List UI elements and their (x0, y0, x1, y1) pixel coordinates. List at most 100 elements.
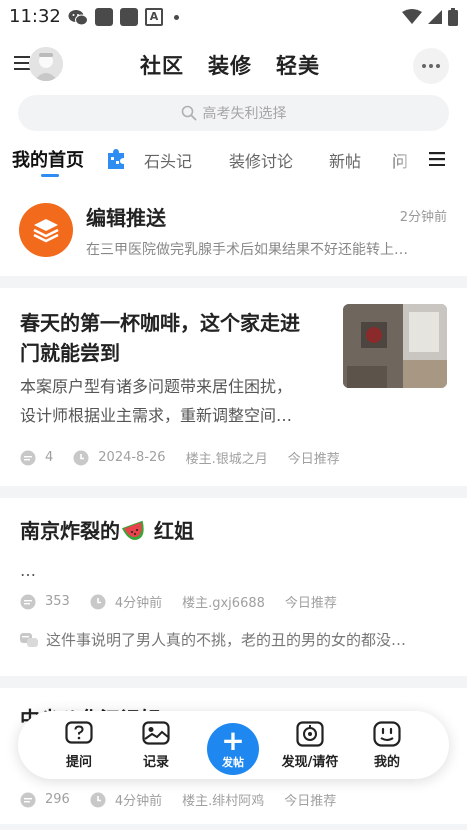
post-time: 4分钟前 (114, 596, 163, 611)
post-thumbnail-image (343, 304, 447, 388)
post-excerpt-line: 本案原户型有诸多问题带来居住困扰， (20, 377, 293, 396)
system-icons (402, 8, 458, 26)
clock-icon (90, 594, 106, 609)
post-title: 南京炸裂的 红姐 (20, 516, 194, 546)
hot-comment[interactable]: 这件事说明了男人真的不挑，老的丑的男的女的都没… (20, 629, 406, 650)
nav-record-button[interactable]: 记录 (116, 721, 196, 770)
photo-icon (142, 721, 170, 745)
tab-beauty[interactable]: 轻美 (276, 50, 320, 80)
more-dot-icon (436, 64, 440, 68)
post-author: 楼主.绯村阿鸡 (182, 794, 265, 809)
divider (0, 824, 467, 830)
post-title-text: 红姐 (154, 519, 194, 543)
comment-count: 296 (45, 792, 70, 807)
more-options-button[interactable] (413, 48, 449, 84)
comment-count: 4 (45, 450, 54, 465)
nav-profile-button[interactable]: 我的 (347, 721, 427, 770)
discover-icon (296, 721, 324, 747)
post-time: 2024-8-26 (98, 450, 166, 465)
post-tag: 今日推荐 (284, 596, 337, 611)
divider (0, 676, 467, 688)
post-tag: 今日推荐 (284, 794, 337, 809)
post-meta: 353 4分钟前 楼主.gxj6688 今日推荐 (20, 592, 337, 611)
editor-push-subtitle: 在三甲医院做完乳腺手术后如果结果不好还能转上… (86, 242, 408, 258)
editor-push-icon (19, 203, 73, 257)
post-meta: 4 2024-8-26 楼主.银城之月 今日推荐 (20, 448, 340, 467)
new-post-button[interactable]: + 发帖 (207, 723, 259, 775)
question-icon (65, 721, 93, 744)
plus-icon: + (221, 723, 245, 757)
post-meta: 296 4分钟前 楼主.绯村阿鸡 今日推荐 (20, 790, 336, 809)
tab-stone[interactable]: 石头记 (144, 148, 192, 172)
post-title-line: 门就能尝到 (20, 341, 120, 365)
tab-new-posts[interactable]: 新帖 (329, 148, 361, 172)
comment-icon (20, 792, 36, 807)
search-icon (181, 105, 196, 121)
post-time: 4分钟前 (114, 794, 163, 809)
search-bar[interactable]: 高考失利选择 (18, 95, 449, 131)
divider (0, 486, 467, 498)
editor-push-time: 2分钟前 (399, 210, 447, 225)
status-time: 11:32 (9, 6, 61, 27)
post-title: 春天的第一杯咖啡，这个家走进 门就能尝到 (20, 308, 338, 368)
more-notifications-dot (174, 14, 179, 20)
channel-menu-icon[interactable] (429, 152, 445, 166)
editor-push-title: 编辑推送 (86, 206, 166, 230)
post-title-text: 南京炸裂的 (20, 519, 120, 543)
post-excerpt: 本案原户型有诸多问题带来居住困扰， 设计师根据业主需求，重新调整空间… (20, 372, 338, 430)
post-excerpt: … (20, 561, 36, 580)
search-placeholder: 高考失利选择 (202, 106, 287, 122)
app-notification-icon (95, 8, 113, 26)
bottom-nav: 提问 记录 + 发帖 发现/请符 我的 (18, 711, 449, 779)
signal-icon (428, 10, 442, 24)
post-card[interactable]: 南京炸裂的 红姐 … 353 4分钟前 楼主.gxj6688 今日推荐 这件事说… (0, 498, 467, 676)
watermelon-icon (122, 520, 144, 541)
more-dot-icon (429, 64, 433, 68)
clock-icon (90, 792, 106, 807)
post-thumbnail[interactable] (343, 304, 447, 388)
wechat-icon (68, 9, 88, 25)
hot-comment-icon (20, 632, 38, 647)
comment-icon (20, 594, 36, 609)
nav-ask-label: 提问 (65, 755, 92, 770)
keyboard-a-icon: A (145, 8, 163, 26)
post-tag: 今日推荐 (287, 452, 340, 467)
tab-fade (392, 140, 432, 180)
battery-icon (448, 8, 458, 26)
wifi-icon (402, 9, 422, 24)
editor-push-item[interactable]: 编辑推送 2分钟前 在三甲医院做完乳腺手术后如果结果不好还能转上… (0, 184, 467, 276)
comment-icon (20, 450, 36, 465)
status-bar: 11:32 A (0, 0, 467, 34)
notification-icons: A (68, 8, 179, 26)
hot-comment-text: 这件事说明了男人真的不挑，老的丑的男的女的都没… (46, 631, 407, 649)
nav-profile-label: 我的 (373, 755, 400, 770)
nav-record-label: 记录 (142, 755, 169, 770)
channel-tabs: 我的首页 石头记 装修讨论 新帖 问 (0, 140, 467, 180)
new-post-label: 发帖 (222, 755, 244, 769)
tab-decoration-discussion[interactable]: 装修讨论 (229, 148, 293, 172)
nav-discover-button[interactable]: 发现/请符 (270, 721, 350, 770)
post-author: 楼主.银城之月 (185, 452, 268, 467)
avatar[interactable] (29, 47, 63, 81)
nav-ask-button[interactable]: 提问 (39, 721, 119, 770)
clock-icon (73, 450, 89, 465)
divider (0, 276, 467, 288)
tab-my-home[interactable]: 我的首页 (12, 146, 84, 172)
top-bar: 社区 装修 轻美 (0, 40, 467, 92)
post-author: 楼主.gxj6688 (182, 596, 265, 611)
tab-decoration[interactable]: 装修 (208, 50, 252, 80)
puzzle-icon[interactable] (104, 149, 126, 169)
tab-community[interactable]: 社区 (140, 50, 184, 80)
more-dot-icon (422, 64, 426, 68)
layers-icon (33, 219, 59, 243)
avatar-image (29, 47, 63, 81)
post-excerpt-line: 设计师根据业主需求，重新调整空间… (20, 406, 293, 425)
post-title-line: 春天的第一杯咖啡，这个家走进 (20, 311, 300, 335)
top-tabs: 社区 装修 轻美 (140, 50, 320, 80)
nav-discover-label: 发现/请符 (281, 755, 339, 770)
app-notification-icon (120, 8, 138, 26)
comment-count: 353 (45, 594, 70, 609)
post-card[interactable]: 春天的第一杯咖啡，这个家走进 门就能尝到 本案原户型有诸多问题带来居住困扰， 设… (0, 288, 467, 486)
active-tab-indicator (41, 174, 59, 177)
profile-icon (373, 721, 401, 747)
